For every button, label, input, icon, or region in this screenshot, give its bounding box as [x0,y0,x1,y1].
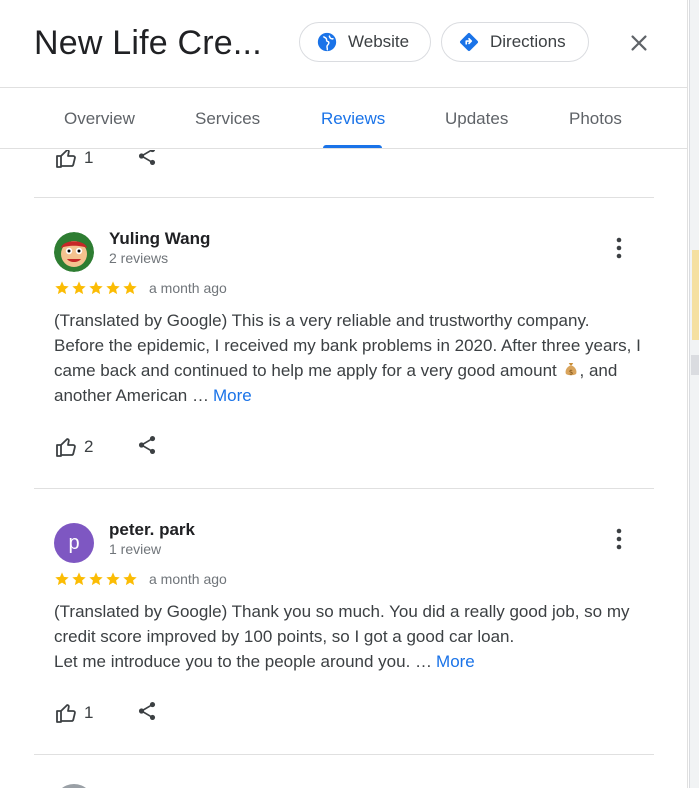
reviewer-review-count: 2 reviews [109,250,169,266]
active-tab-indicator [323,145,382,148]
star-icon [89,572,103,586]
website-button[interactable]: Website [299,22,431,62]
thumbs-up-icon [56,438,76,457]
panel-header: New Life Cre... Website Directions [0,0,687,88]
website-label: Website [348,32,410,51]
thumbs-up-icon [56,150,76,168]
review-actions: 2 [54,435,156,459]
more-link[interactable]: More [213,386,252,405]
like-count: 2 [84,437,94,456]
more-options-button[interactable] [612,236,626,260]
review-divider [34,197,654,198]
share-button[interactable] [136,150,158,172]
map-area-marker [692,250,699,340]
more-link[interactable]: More [436,652,475,671]
like-button[interactable]: 1 [54,150,93,170]
like-button[interactable]: 1 [54,701,93,725]
map-background-strip [689,0,699,788]
like-count: 1 [84,703,94,722]
review-text-line: Let me introduce you to the people aroun… [54,649,644,674]
globe-icon [316,31,338,53]
star-icon [123,281,137,295]
review-divider [34,754,654,755]
avatar[interactable] [54,232,94,272]
review-date: a month ago [149,571,227,587]
star-icon [106,281,120,295]
reviews-list: 1 Yuling Wang 2 reviews a month ago (Tra… [0,150,687,788]
share-icon [138,150,156,165]
tab-photos[interactable]: Photos [569,109,622,129]
previous-review-actions: 1 [54,150,156,170]
like-count: 1 [84,150,94,167]
svg-text:$: $ [568,368,572,376]
more-vert-icon [616,528,622,550]
star-icon [106,572,120,586]
review-divider [34,488,654,489]
more-options-button[interactable] [612,527,626,551]
thumbs-up-icon [56,704,76,723]
like-button[interactable]: 2 [54,435,93,459]
review-text: (Translated by Google) Thank you so much… [54,599,644,674]
star-icon [72,572,86,586]
place-title: New Life Cre... [34,24,262,62]
star-icon [55,281,69,295]
tab-updates[interactable]: Updates [445,109,508,129]
share-icon [138,436,156,454]
place-details-panel: New Life Cre... Website Directions Overv… [0,0,688,788]
share-icon [138,702,156,720]
reviewer-name[interactable]: peter. park [109,520,195,540]
directions-button[interactable]: Directions [441,22,589,62]
review-text: (Translated by Google) This is a very re… [54,308,644,408]
review-actions: 1 [54,701,156,725]
review-text-line: (Translated by Google) Thank you so much… [54,602,630,646]
money-bag-icon: $ [562,360,580,378]
star-rating [54,280,138,296]
avatar[interactable] [54,784,94,788]
map-area-marker [691,355,699,375]
share-button[interactable] [136,700,158,727]
review-text-part: (Translated by Google) This is a very re… [54,311,641,380]
close-icon [631,35,647,51]
star-icon [55,572,69,586]
star-rating [54,571,138,587]
more-vert-icon [616,237,622,259]
reviewer-review-count: 1 review [109,541,162,557]
tab-overview[interactable]: Overview [64,109,135,129]
share-button[interactable] [136,434,158,461]
avatar[interactable]: p [54,523,94,563]
close-button[interactable] [624,28,654,58]
tab-bar: Overview Services Reviews Updates Photos [0,89,687,149]
reviewer-name[interactable]: Yuling Wang [109,229,210,249]
star-icon [72,281,86,295]
star-icon [89,281,103,295]
tab-services[interactable]: Services [195,109,260,129]
review-text-part: Let me introduce you to the people aroun… [54,652,433,671]
directions-icon [458,31,480,53]
tab-reviews[interactable]: Reviews [321,109,385,129]
review-date: a month ago [149,280,227,296]
star-icon [123,572,137,586]
directions-label: Directions [490,32,566,51]
